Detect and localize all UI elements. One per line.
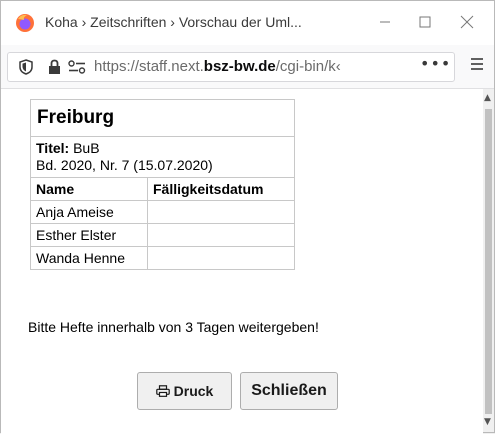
routing-note: Bitte Hefte innerhalb von 3 Tagen weiter… [28,319,319,335]
library-name: Freiburg [30,99,295,137]
browser-window: Koha › Zeitschriften › Vorschau der Uml.… [0,0,495,434]
print-icon [155,385,170,397]
scroll-down-icon[interactable]: ▼ [484,417,491,427]
page-actions-button[interactable]: ••• [420,54,451,73]
permissions-icon[interactable] [68,60,86,74]
column-header-due-date: Fälligkeitsdatum [147,177,295,201]
print-button[interactable]: Druck [137,372,232,410]
issue-info: Titel: BuB Bd. 2020, Nr. 7 (15.07.2020) [30,136,295,178]
url-path: /cgi-bin/k‹ [275,58,341,75]
page-content: Freiburg Titel: BuB Bd. 2020, Nr. 7 (15.… [1,89,483,434]
maximize-icon [419,16,431,28]
minimize-button[interactable] [365,7,405,37]
due-date-cell [147,223,295,247]
title-value: BuB [73,140,100,156]
close-label: Schließen [251,382,327,399]
close-window-button[interactable] [447,7,487,37]
print-label: Druck [173,383,214,399]
table-row: Esther Elster [30,223,295,247]
maximize-button[interactable] [405,7,445,37]
title-bar[interactable]: Koha › Zeitschriften › Vorschau der Uml.… [1,1,494,45]
recipient-name: Anja Ameise [30,200,148,224]
scroll-up-icon[interactable]: ▲ [484,93,491,103]
due-date-cell [147,246,295,270]
lock-icon[interactable] [48,59,61,75]
tracking-protection-shield-icon[interactable] [19,59,33,75]
menu-icon[interactable] [470,57,484,71]
column-header-name: Name [30,177,148,201]
routing-slip-table: Freiburg Titel: BuB Bd. 2020, Nr. 7 (15.… [30,99,295,270]
url-prefix: https://staff.next. [94,58,204,75]
url-field[interactable]: https://staff.next.bsz-bw.de/cgi-bin/k‹ … [7,52,455,82]
due-date-cell [147,200,295,224]
navigation-bar: https://staff.next.bsz-bw.de/cgi-bin/k‹ … [1,45,494,89]
url-text[interactable]: https://staff.next.bsz-bw.de/cgi-bin/k‹ [94,58,424,75]
scrollbar-thumb[interactable] [485,109,492,414]
close-button[interactable]: Schließen [240,372,338,410]
table-row: Wanda Henne [30,246,295,270]
window-title: Koha › Zeitschriften › Vorschau der Uml.… [45,14,302,30]
firefox-icon [16,14,34,32]
issue-value: Bd. 2020, Nr. 7 (15.07.2020) [36,157,213,173]
recipient-name: Wanda Henne [30,246,148,270]
table-row: Anja Ameise [30,200,295,224]
url-domain: bsz-bw.de [203,58,276,75]
close-icon [460,15,474,29]
recipient-name: Esther Elster [30,223,148,247]
title-label: Titel: [36,140,70,156]
vertical-scrollbar[interactable]: ▲ ▼ [483,89,494,432]
minimize-icon [380,21,390,23]
